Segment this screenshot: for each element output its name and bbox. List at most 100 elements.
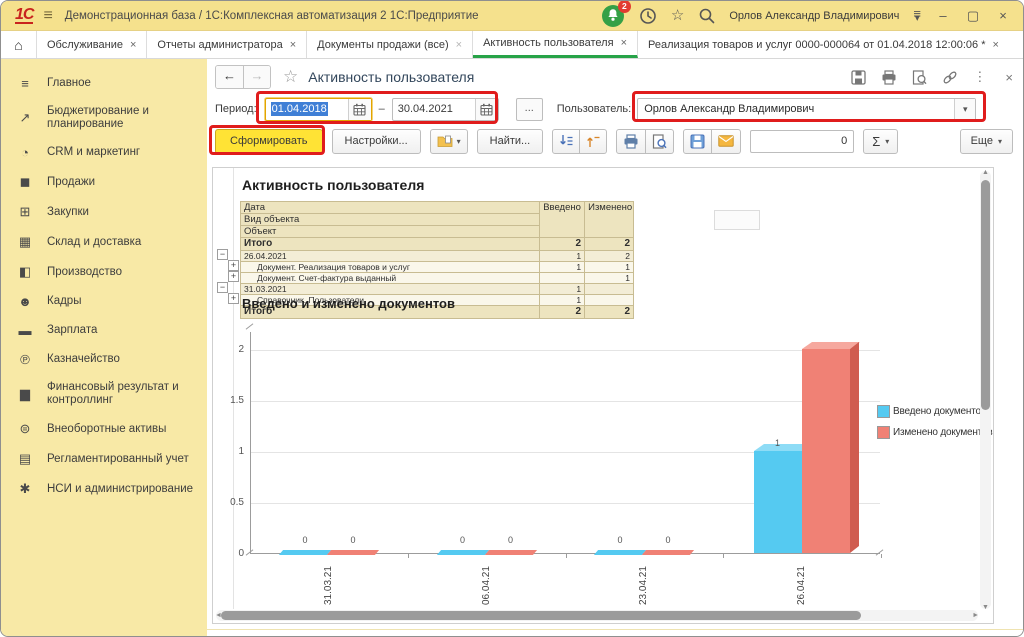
sidebar-item-purchases[interactable]: ⊞Закупки xyxy=(1,197,207,227)
back-button[interactable]: ← xyxy=(216,66,243,88)
row-label-cell: Итого xyxy=(241,238,540,251)
favorites-star-icon[interactable]: ☆ xyxy=(671,8,684,23)
horizontal-scroll-thumb[interactable] xyxy=(221,611,861,620)
print-button[interactable] xyxy=(881,70,897,85)
tab-close-icon[interactable]: × xyxy=(992,39,998,51)
period-label: Период: xyxy=(215,103,257,115)
get-link-button[interactable] xyxy=(942,70,958,85)
minimize-button[interactable]: – xyxy=(935,8,951,23)
scroll-up-icon[interactable]: ▲ xyxy=(982,169,989,176)
tab-sales-documents[interactable]: Документы продажи (все) × xyxy=(307,31,473,58)
sidebar-item-label: Бюджетирование и планирование xyxy=(47,105,199,131)
sidebar-item-sales[interactable]: ◼Продажи xyxy=(1,167,207,197)
calendar-button[interactable] xyxy=(475,99,498,120)
vertical-scroll-thumb[interactable] xyxy=(981,180,990,410)
sidebar-item-hr[interactable]: ☻Кадры xyxy=(1,287,207,316)
sidebar-item-fin-result[interactable]: ▆Финансовый результат и контроллинг xyxy=(1,374,207,414)
tab-maintenance[interactable]: Обслуживание × xyxy=(37,31,147,58)
preview-button[interactable] xyxy=(646,129,674,154)
current-user-name[interactable]: Орлов Александр Владимирович xyxy=(729,10,899,22)
zero-bar-entered xyxy=(436,550,488,555)
legend-color-swatch xyxy=(877,426,890,439)
sidebar-item-main[interactable]: ≡Главное xyxy=(1,69,207,98)
user-combobox[interactable]: Орлов Александр Владимирович ▾ xyxy=(637,98,976,121)
legend-label: Изменено документов xyxy=(893,427,992,438)
collapse-row-button[interactable]: − xyxy=(217,282,228,293)
tab-user-activity[interactable]: Активность пользователя × xyxy=(473,31,638,58)
horizontal-scrollbar[interactable]: ◄ ► xyxy=(216,610,978,621)
row-label-cell: 31.03.2021 xyxy=(241,284,540,295)
tab-goods-sale-document[interactable]: Реализация товаров и услуг 0000-000064 о… xyxy=(638,31,1023,58)
calendar-button[interactable] xyxy=(348,99,371,120)
collapse-row-button[interactable]: − xyxy=(217,249,228,260)
tab-label: Реализация товаров и услуг 0000-000064 о… xyxy=(648,39,985,51)
tab-admin-reports[interactable]: Отчеты администратора × xyxy=(147,31,307,58)
close-form-icon[interactable]: × xyxy=(1005,70,1013,85)
sidebar-item-warehouse[interactable]: ▦Склад и доставка xyxy=(1,227,207,257)
scroll-left-icon[interactable]: ◄ xyxy=(215,612,222,619)
save-button[interactable] xyxy=(851,70,866,85)
sidebar-item-label: НСИ и администрирование xyxy=(47,483,193,496)
service-menu-button[interactable]: ≡ ▾ xyxy=(913,11,921,21)
bar-value-label: 0 xyxy=(329,535,377,545)
close-window-button[interactable]: × xyxy=(995,8,1011,23)
period-from-field[interactable]: 01.04.2018 xyxy=(265,98,372,121)
scroll-down-icon[interactable]: ▼ xyxy=(982,604,989,611)
bar-side-face xyxy=(850,342,859,553)
sidebar-item-crm[interactable]: ◔CRM и маркетинг xyxy=(1,138,207,167)
report-variants-button[interactable]: ▾ xyxy=(430,129,468,154)
more-label: Еще xyxy=(971,130,993,153)
sidebar-item-label: Закупки xyxy=(47,206,89,219)
expand-row-button[interactable]: + xyxy=(228,271,239,282)
sidebar-item-budgeting[interactable]: ↗Бюджетирование и планирование xyxy=(1,98,207,138)
quick-sum-field[interactable] xyxy=(750,130,854,153)
legend-label: Введено документов xyxy=(893,406,986,417)
scroll-right-icon[interactable]: ► xyxy=(972,612,979,619)
period-variants-button[interactable]: ... xyxy=(516,98,543,121)
tab-close-icon[interactable]: × xyxy=(290,39,296,51)
save-result-button[interactable] xyxy=(683,129,712,154)
expand-row-button[interactable]: + xyxy=(228,260,239,271)
table-row[interactable]: Документ. Реализация товаров и услуг11 xyxy=(241,262,634,273)
notifications-button[interactable]: 2 xyxy=(601,4,625,28)
tab-close-icon[interactable]: × xyxy=(456,39,462,51)
table-row[interactable]: Документ. Счет-фактура выданный1 xyxy=(241,273,634,284)
combo-dropdown-icon[interactable]: ▾ xyxy=(954,99,975,120)
table-row[interactable]: 31.03.20211 xyxy=(241,284,634,295)
add-favorite-star-icon[interactable]: ☆ xyxy=(283,67,298,87)
period-to-field[interactable]: 30.04.2021 xyxy=(392,98,499,121)
table-row[interactable]: Итого22 xyxy=(241,238,634,251)
settings-button[interactable]: Настройки... xyxy=(332,129,421,154)
expand-row-button[interactable]: + xyxy=(228,293,239,304)
forward-button[interactable]: → xyxy=(243,66,270,88)
sidebar-item-regulated[interactable]: ▤Регламентированный учет xyxy=(1,444,207,474)
find-button[interactable]: Найти... xyxy=(477,129,544,154)
history-button[interactable] xyxy=(639,7,657,25)
sidebar-item-treasury[interactable]: ℗Казначейство xyxy=(1,345,207,374)
chart-title: Введено и изменено документов xyxy=(242,296,455,311)
sidebar-item-nsi-admin[interactable]: ✱НСИ и администрирование xyxy=(1,474,207,504)
print-button[interactable] xyxy=(616,129,646,154)
vertical-scrollbar[interactable]: ▲ ▼ xyxy=(980,171,991,609)
sidebar-item-payroll[interactable]: ▬Зарплата xyxy=(1,316,207,345)
expand-groups-button[interactable] xyxy=(552,129,580,154)
tab-close-icon[interactable]: × xyxy=(621,37,627,49)
collapse-groups-button[interactable] xyxy=(580,129,607,154)
generate-button[interactable]: Сформировать xyxy=(215,129,323,154)
table-row[interactable]: 26.04.202112 xyxy=(241,251,634,262)
maximize-button[interactable]: ▢ xyxy=(965,8,981,24)
print-preview-button[interactable] xyxy=(912,70,927,85)
bar-value-label: 0 xyxy=(487,535,535,545)
main-menu-icon[interactable]: ≡ xyxy=(43,7,52,25)
sidebar-item-label: Казначейство xyxy=(47,353,120,366)
send-email-button[interactable] xyxy=(712,129,741,154)
more-button[interactable]: Еще ▾ xyxy=(960,129,1013,154)
autosum-button[interactable]: Σ ▾ xyxy=(863,129,898,154)
search-button[interactable] xyxy=(698,7,715,24)
tab-home[interactable]: ⌂ xyxy=(1,31,37,58)
sidebar-item-production[interactable]: ◧Производство xyxy=(1,257,207,287)
more-actions-icon[interactable]: ⋮ xyxy=(973,69,986,85)
report-form-title: Активность пользователя xyxy=(308,69,474,85)
tab-close-icon[interactable]: × xyxy=(130,39,136,51)
sidebar-item-fixed-assets[interactable]: ⊜Внеоборотные активы xyxy=(1,414,207,444)
